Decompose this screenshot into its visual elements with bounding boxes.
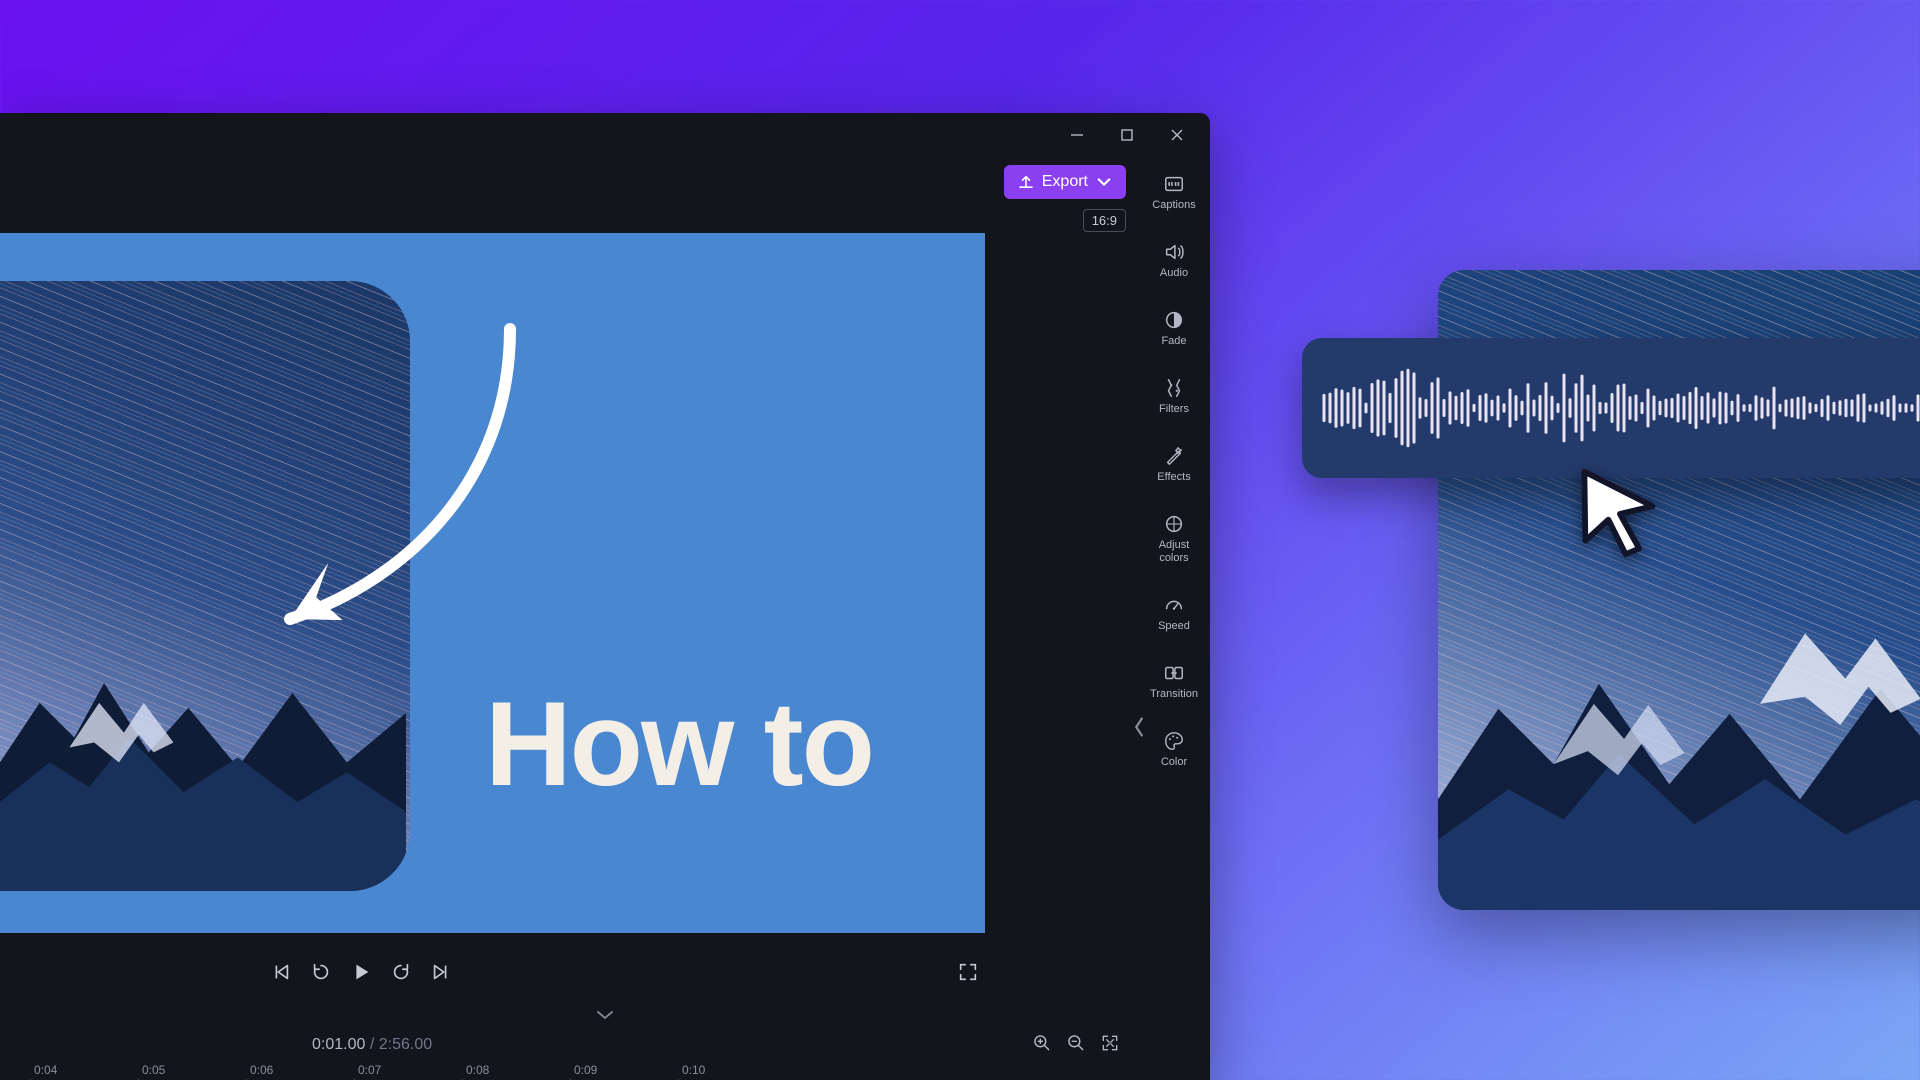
- export-button[interactable]: Export: [1004, 165, 1126, 199]
- close-button[interactable]: [1166, 124, 1188, 146]
- timeline-ruler[interactable]: 0:040:050:060:070:080:090:10: [0, 1059, 1130, 1080]
- tool-speed[interactable]: Speed: [1142, 588, 1206, 638]
- tool-label: Color: [1161, 756, 1187, 768]
- speed-icon: [1163, 594, 1185, 616]
- skip-end-button[interactable]: [430, 961, 452, 983]
- zoom-fit-icon: [1100, 1033, 1120, 1053]
- tool-transition[interactable]: Transition: [1142, 656, 1206, 706]
- cursor-pointer-graphic: [1570, 464, 1666, 560]
- skip-end-icon: [430, 961, 452, 983]
- forward-icon: [390, 961, 412, 983]
- zoom-in-icon: [1032, 1033, 1052, 1053]
- maximize-button[interactable]: [1116, 124, 1138, 146]
- time-separator: /: [370, 1036, 374, 1053]
- tool-label: Filters: [1159, 403, 1189, 415]
- tool-label: Fade: [1161, 335, 1186, 347]
- tool-filters[interactable]: Filters: [1142, 371, 1206, 421]
- mountain-graphic: [1438, 558, 1920, 910]
- audio-waveform-chip[interactable]: [1302, 338, 1920, 478]
- zoom-out-button[interactable]: [1066, 1033, 1086, 1058]
- skip-start-button[interactable]: [270, 961, 292, 983]
- tool-audio[interactable]: Audio: [1142, 235, 1206, 285]
- chevron-left-icon: [1132, 713, 1146, 741]
- rail-collapse-handle[interactable]: [1132, 703, 1146, 751]
- rewind-button[interactable]: [310, 961, 332, 983]
- preview-clip-thumbnail: [0, 281, 410, 891]
- minimize-icon: [1070, 128, 1084, 142]
- export-label: Export: [1042, 173, 1088, 191]
- tool-captions[interactable]: Captions: [1142, 167, 1206, 217]
- upload-icon: [1018, 174, 1034, 190]
- chevron-down-icon: [595, 1010, 615, 1020]
- minimize-button[interactable]: [1066, 124, 1088, 146]
- skip-start-icon: [270, 961, 292, 983]
- filters-icon: [1163, 377, 1185, 399]
- fullscreen-button[interactable]: [957, 961, 979, 983]
- time-current: 0:01.00: [312, 1036, 365, 1053]
- fade-icon: [1163, 309, 1185, 331]
- mountain-graphic: [0, 574, 406, 891]
- zoom-out-icon: [1066, 1033, 1086, 1053]
- play-icon: [350, 961, 372, 983]
- tool-fade[interactable]: Fade: [1142, 303, 1206, 353]
- preview-canvas[interactable]: How to: [0, 233, 985, 933]
- playhead-timecode: 0:01.00 / 2:56.00: [312, 1036, 432, 1054]
- tool-adjust-colors[interactable]: Adjust colors: [1142, 507, 1206, 569]
- tool-color[interactable]: Color: [1142, 724, 1206, 774]
- close-icon: [1170, 128, 1184, 142]
- video-editor-window: Export 16:9 Captions Audio Fade Filters …: [0, 113, 1210, 1080]
- effects-icon: [1163, 445, 1185, 467]
- window-controls: [1066, 113, 1210, 157]
- tool-label: Audio: [1160, 267, 1188, 279]
- adjust-colors-icon: [1163, 513, 1185, 535]
- zoom-in-button[interactable]: [1032, 1033, 1052, 1058]
- captions-icon: [1163, 173, 1185, 195]
- panel-collapse-handle[interactable]: [0, 1003, 1210, 1027]
- tool-label: Adjust colors: [1159, 539, 1190, 563]
- transport-controls: [0, 945, 985, 999]
- aspect-ratio-badge[interactable]: 16:9: [1083, 209, 1126, 232]
- audio-icon: [1163, 241, 1185, 263]
- tool-label: Captions: [1152, 199, 1195, 211]
- play-button[interactable]: [350, 961, 372, 983]
- property-rail: Captions Audio Fade Filters Effects Adju…: [1138, 159, 1210, 879]
- zoom-fit-button[interactable]: [1100, 1033, 1120, 1058]
- maximize-icon: [1120, 128, 1134, 142]
- forward-button[interactable]: [390, 961, 412, 983]
- waveform-graphic: [1322, 365, 1920, 451]
- fullscreen-icon: [957, 961, 979, 983]
- tool-effects[interactable]: Effects: [1142, 439, 1206, 489]
- rewind-icon: [310, 961, 332, 983]
- preview-title-text[interactable]: How to: [485, 675, 873, 813]
- color-icon: [1163, 730, 1185, 752]
- time-total: 2:56.00: [379, 1036, 432, 1053]
- transition-icon: [1163, 662, 1185, 684]
- tool-label: Effects: [1157, 471, 1190, 483]
- chevron-down-icon: [1096, 174, 1112, 190]
- tool-label: Transition: [1150, 688, 1198, 700]
- tool-label: Speed: [1158, 620, 1190, 632]
